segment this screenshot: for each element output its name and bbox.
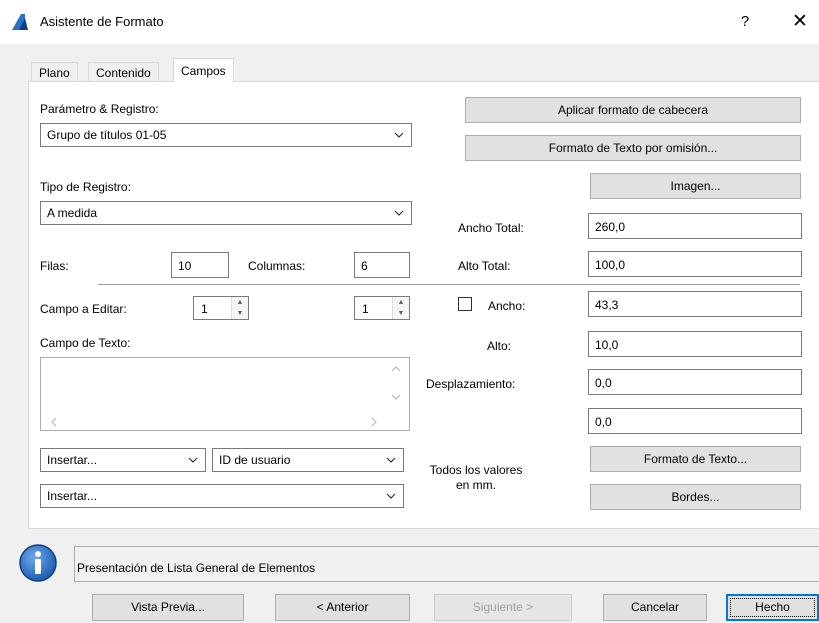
ancho-value: 43,3 bbox=[595, 298, 619, 312]
parametro-dropdown[interactable]: Grupo de títulos 01-05 bbox=[40, 123, 412, 147]
parametro-value: Grupo de títulos 01-05 bbox=[47, 128, 167, 142]
columnas-value: 6 bbox=[361, 259, 368, 273]
spin-up-icon[interactable]: ▲ bbox=[232, 297, 248, 308]
insertar-value-2: Insertar... bbox=[47, 489, 98, 503]
aplicar-cabecera-button[interactable]: Aplicar formato de cabecera bbox=[465, 97, 801, 123]
siguiente-button[interactable]: Siguiente > bbox=[434, 594, 572, 621]
tab-campos[interactable]: Campos bbox=[173, 58, 234, 82]
columnas-label: Columnas: bbox=[248, 259, 306, 273]
chevron-down-icon bbox=[386, 493, 396, 499]
scroll-right-icon[interactable] bbox=[369, 416, 379, 428]
chevron-down-icon bbox=[386, 457, 396, 463]
campo-editar-label: Campo a Editar: bbox=[40, 302, 127, 316]
separator-line bbox=[98, 284, 800, 285]
spin-down-icon[interactable]: ▼ bbox=[393, 308, 409, 319]
spinner-arrows[interactable]: ▲ ▼ bbox=[392, 297, 409, 319]
alto-total-label: Alto Total: bbox=[458, 259, 511, 273]
app-logo-icon bbox=[12, 14, 28, 30]
window-title: Asistente de Formato bbox=[40, 14, 164, 29]
anterior-button[interactable]: < Anterior bbox=[275, 594, 410, 621]
tipo-value: A medida bbox=[47, 206, 98, 220]
alto-total-input[interactable]: 100,0 bbox=[588, 251, 802, 277]
spin-up-icon[interactable]: ▲ bbox=[393, 297, 409, 308]
ancho-input[interactable]: 43,3 bbox=[588, 291, 802, 317]
bordes-button[interactable]: Bordes... bbox=[590, 484, 801, 510]
status-message-box: Presentación de Lista General de Element… bbox=[74, 546, 819, 582]
ancho-label: Ancho: bbox=[488, 299, 526, 313]
close-button[interactable]: ✕ bbox=[788, 10, 812, 34]
filas-label: Filas: bbox=[40, 259, 69, 273]
insertar-dropdown-1[interactable]: Insertar... bbox=[40, 448, 206, 472]
insertar-dropdown-2[interactable]: Insertar... bbox=[40, 484, 404, 508]
alto-value: 10,0 bbox=[595, 338, 619, 352]
unidades-note-line1: Todos los valores bbox=[429, 463, 523, 477]
chevron-down-icon bbox=[394, 210, 404, 216]
ancho-checkbox[interactable] bbox=[458, 297, 472, 311]
filas-input[interactable]: 10 bbox=[171, 252, 229, 278]
tab-contenido[interactable]: Contenido bbox=[88, 62, 159, 82]
tipo-label: Tipo de Registro: bbox=[40, 180, 131, 194]
alto-input[interactable]: 10,0 bbox=[588, 331, 802, 357]
campo-texto-label: Campo de Texto: bbox=[40, 336, 131, 350]
insertar-value-1: Insertar... bbox=[47, 453, 98, 467]
tab-plano[interactable]: Plano bbox=[31, 62, 78, 82]
desplazamiento-x-value: 0,0 bbox=[595, 376, 612, 390]
help-button[interactable]: ? bbox=[733, 10, 757, 34]
filas-value: 10 bbox=[178, 259, 192, 273]
id-usuario-value: ID de usuario bbox=[219, 453, 291, 467]
campo-texto-area[interactable] bbox=[40, 357, 410, 431]
formato-texto-button[interactable]: Formato de Texto... bbox=[590, 446, 801, 472]
status-message: Presentación de Lista General de Element… bbox=[77, 561, 316, 575]
alto-total-value: 100,0 bbox=[595, 258, 626, 272]
hecho-button[interactable]: Hecho bbox=[726, 594, 819, 621]
scroll-up-icon[interactable] bbox=[390, 364, 402, 374]
campo-editar-value-2: 1 bbox=[362, 302, 369, 316]
ancho-total-value: 260,0 bbox=[595, 220, 626, 234]
formato-omision-button[interactable]: Formato de Texto por omisión... bbox=[465, 135, 801, 161]
campo-editar-spinner-1[interactable]: 1 ▲ ▼ bbox=[193, 296, 249, 320]
cancelar-button[interactable]: Cancelar bbox=[603, 594, 707, 621]
desplazamiento-y-value: 0,0 bbox=[595, 415, 612, 429]
desplazamiento-label: Desplazamiento: bbox=[426, 377, 516, 391]
desplazamiento-x-input[interactable]: 0,0 bbox=[588, 369, 802, 395]
alto-label: Alto: bbox=[487, 339, 512, 353]
parametro-label: Parámetro & Registro: bbox=[40, 102, 159, 116]
campo-editar-value-1: 1 bbox=[201, 302, 208, 316]
vista-previa-button[interactable]: Vista Previa... bbox=[92, 594, 244, 621]
info-icon bbox=[19, 544, 57, 582]
ancho-total-input[interactable]: 260,0 bbox=[588, 213, 802, 239]
ancho-total-label: Ancho Total: bbox=[458, 221, 524, 235]
scroll-left-icon[interactable] bbox=[49, 416, 59, 428]
chevron-down-icon bbox=[394, 132, 404, 138]
columnas-input[interactable]: 6 bbox=[354, 252, 410, 278]
tipo-dropdown[interactable]: A medida bbox=[40, 201, 412, 225]
chevron-down-icon bbox=[188, 457, 198, 463]
spinner-arrows[interactable]: ▲ ▼ bbox=[231, 297, 248, 319]
id-usuario-dropdown[interactable]: ID de usuario bbox=[212, 448, 404, 472]
unidades-note-line2: en mm. bbox=[455, 478, 496, 492]
desplazamiento-y-input[interactable]: 0,0 bbox=[588, 408, 802, 434]
imagen-button[interactable]: Imagen... bbox=[590, 173, 801, 199]
campo-editar-spinner-2[interactable]: 1 ▲ ▼ bbox=[354, 296, 410, 320]
spin-down-icon[interactable]: ▼ bbox=[232, 308, 248, 319]
scroll-down-icon[interactable] bbox=[390, 392, 402, 402]
